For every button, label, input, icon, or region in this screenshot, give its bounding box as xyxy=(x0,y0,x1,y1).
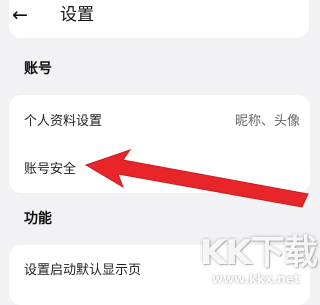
watermark: KK下载 www.kkx.net xyxy=(200,232,320,292)
section-title-account: 账号 xyxy=(24,61,52,77)
watermark-logo: KK下载 xyxy=(200,233,318,273)
back-arrow-icon[interactable]: ← xyxy=(10,4,30,26)
row-label-default-page: 设置启动默认显示页 xyxy=(24,262,142,278)
header-bar: ← 设置 xyxy=(0,0,320,30)
account-card: 个人资料设置 昵称、头像 账号安全 xyxy=(9,95,310,193)
settings-row-account-security[interactable]: 账号安全 xyxy=(24,153,300,181)
watermark-url: www.kkx.net xyxy=(212,272,300,286)
section-title-features: 功能 xyxy=(24,211,52,227)
page-title: 设置 xyxy=(60,5,94,25)
row-value-profile: 昵称、头像 xyxy=(234,113,300,129)
row-label-profile: 个人资料设置 xyxy=(24,113,103,129)
row-label-account-security: 账号安全 xyxy=(24,161,77,177)
settings-row-profile[interactable]: 个人资料设置 昵称、头像 xyxy=(24,105,300,133)
